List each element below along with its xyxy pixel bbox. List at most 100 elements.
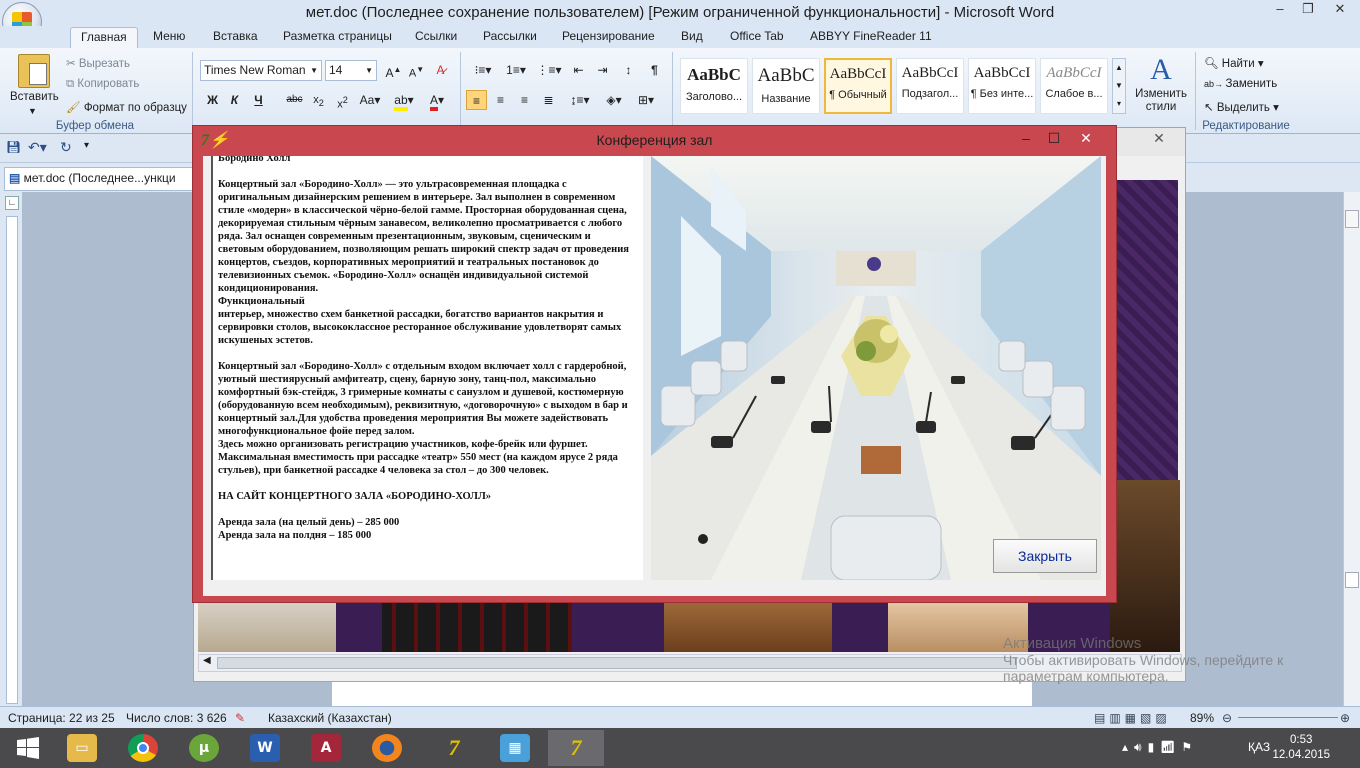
text-paragraph: Концертный зал «Бородино-Холл» с отдельн… bbox=[218, 361, 628, 437]
increase-indent-icon[interactable]: ⇥ bbox=[592, 60, 613, 80]
website-link[interactable]: НА САЙТ КОНЦЕРТНОГО ЗАЛА «БОРОДИНО-ХОЛЛ» bbox=[218, 490, 639, 503]
back-close-icon[interactable]: ✕ bbox=[1134, 130, 1184, 154]
replace-icon: ab→ bbox=[1204, 79, 1226, 89]
style-subtitle[interactable]: AaBbCcI Подзагол... bbox=[896, 58, 964, 114]
customize-qat-icon[interactable]: ▾ bbox=[84, 140, 89, 151]
taskbar-chrome[interactable] bbox=[115, 730, 171, 766]
undo-icon[interactable]: ↶▾ bbox=[28, 139, 47, 156]
taskbar-app7-active[interactable]: 7 bbox=[548, 730, 604, 766]
subscript-icon[interactable]: x2 bbox=[308, 90, 329, 110]
tab-menu[interactable]: Меню bbox=[153, 29, 185, 43]
taskbar-word[interactable]: W bbox=[237, 730, 293, 766]
close-window-button[interactable]: ✕ bbox=[1322, 0, 1358, 20]
zoom-slider[interactable] bbox=[1238, 717, 1338, 718]
strikethrough-icon[interactable]: abc bbox=[284, 90, 305, 110]
dialog-close-x-button[interactable]: ✕ bbox=[1071, 128, 1101, 150]
proofing-icon[interactable]: ✎ bbox=[235, 711, 245, 725]
taskbar-control-panel[interactable]: ▦ bbox=[487, 730, 543, 766]
tab-review[interactable]: Рецензирование bbox=[562, 29, 655, 43]
taskbar-access[interactable]: A bbox=[298, 730, 354, 766]
italic-icon[interactable]: К bbox=[224, 90, 245, 110]
clear-format-icon[interactable]: A̷ bbox=[430, 60, 451, 80]
find-button[interactable]: 🔍︎ Найти ▾ bbox=[1204, 56, 1264, 70]
page-indicator[interactable]: Страница: 22 из 25 bbox=[8, 711, 115, 725]
styles-scroll[interactable]: ▲ ▼ ▾ bbox=[1112, 58, 1126, 114]
multilevel-list-icon[interactable]: ⋮≡▾ bbox=[534, 60, 564, 80]
paste-button[interactable]: Вставить bbox=[10, 91, 59, 103]
font-size-select[interactable]: 14 ▼ bbox=[325, 60, 377, 81]
justify-icon[interactable]: ≣ bbox=[538, 90, 559, 110]
superscript-icon[interactable]: x2 bbox=[332, 90, 353, 111]
pilcrow-icon[interactable]: ¶ bbox=[644, 60, 665, 80]
highlight-icon[interactable]: ab▾ bbox=[390, 90, 418, 111]
input-language[interactable]: ҚАЗ bbox=[1248, 740, 1270, 754]
save-icon[interactable]: 💾︎ bbox=[6, 140, 21, 154]
taskbar-firefox[interactable] bbox=[359, 730, 415, 766]
document-tab[interactable]: ▤ мет.doc (Последнее...ункци bbox=[4, 167, 194, 191]
firefox-icon bbox=[372, 734, 402, 762]
clock[interactable]: 0:53 12.04.2015 bbox=[1272, 733, 1330, 763]
style-heading1[interactable]: AaBbC Заголово... bbox=[680, 58, 748, 114]
dialog-maximize-button[interactable]: ☐ bbox=[1039, 128, 1069, 150]
align-right-icon[interactable]: ≡ bbox=[514, 90, 535, 110]
underline-icon[interactable]: Ч bbox=[248, 90, 269, 110]
select-button[interactable]: ↖ Выделить ▾ bbox=[1204, 100, 1279, 114]
style-normal[interactable]: AaBbCcI ¶ Обычный bbox=[824, 58, 892, 114]
decrease-indent-icon[interactable]: ⇤ bbox=[568, 60, 589, 80]
change-styles-button[interactable]: A Изменить стили bbox=[1130, 52, 1192, 114]
numbering-icon[interactable]: 1≡▾ bbox=[501, 60, 531, 80]
view-buttons[interactable]: ▤▥▦▧▨ bbox=[1094, 711, 1171, 725]
font-family-select[interactable]: Times New Roman ▼ bbox=[200, 60, 322, 81]
vertical-scrollbar[interactable] bbox=[1343, 192, 1360, 706]
replace-button[interactable]: ab→ Заменить bbox=[1204, 78, 1277, 90]
tab-insert[interactable]: Вставка bbox=[213, 29, 258, 43]
tab-abbyy[interactable]: ABBYY FineReader 11 bbox=[810, 29, 932, 43]
tray-icons[interactable]: ▴🔊︎▮📶︎⚑ bbox=[1122, 740, 1198, 755]
borders-icon[interactable]: ⊞▾ bbox=[632, 90, 660, 110]
minimize-button[interactable]: – bbox=[1266, 0, 1294, 20]
style-subtle-emphasis[interactable]: AaBbCcI Слабое в... bbox=[1040, 58, 1108, 114]
taskbar-app7[interactable]: 7 bbox=[426, 730, 482, 766]
bold-icon[interactable]: Ж bbox=[202, 90, 223, 110]
zoom-level[interactable]: 89% bbox=[1190, 711, 1214, 725]
description-text[interactable]: Бородино Холл Концертный зал «Бородино-Х… bbox=[211, 156, 643, 580]
change-case-icon[interactable]: Aa▾ bbox=[356, 90, 384, 110]
align-left-icon[interactable]: ≡ bbox=[466, 90, 487, 110]
taskbar-utorrent[interactable]: µ bbox=[176, 730, 232, 766]
style-no-spacing[interactable]: AaBbCcI ¶ Без инте... bbox=[968, 58, 1036, 114]
window-title: мет.doc (Последнее сохранение пользовате… bbox=[305, 4, 1055, 21]
word-count[interactable]: Число слов: 3 626 bbox=[126, 711, 227, 725]
windows-icon bbox=[17, 737, 39, 759]
dialog-minimize-button[interactable]: – bbox=[1011, 128, 1041, 150]
grow-font-icon[interactable]: A▲ bbox=[383, 60, 404, 80]
style-title[interactable]: AaBbC Название bbox=[752, 58, 820, 114]
shrink-font-icon[interactable]: A▼ bbox=[406, 60, 427, 80]
maximize-button[interactable]: ❐ bbox=[1294, 0, 1322, 20]
line-spacing-icon[interactable]: ↨≡▾ bbox=[566, 90, 594, 110]
tab-office-tab[interactable]: Office Tab bbox=[730, 29, 784, 43]
tab-page-layout[interactable]: Разметка страницы bbox=[283, 29, 392, 43]
taskbar-explorer[interactable]: ▭ bbox=[54, 730, 110, 766]
tab-mailings[interactable]: Рассылки bbox=[483, 29, 537, 43]
sort-icon[interactable]: ↕ bbox=[618, 60, 639, 80]
redo-icon[interactable]: ↻ bbox=[60, 139, 72, 156]
tab-home[interactable]: Главная bbox=[70, 27, 138, 49]
align-center-icon[interactable]: ≡ bbox=[490, 90, 511, 110]
bullets-icon[interactable]: ⁝≡▾ bbox=[468, 60, 498, 80]
change-styles-icon: A bbox=[1150, 53, 1172, 86]
shading-icon[interactable]: ◈▾ bbox=[600, 90, 628, 110]
tab-selector[interactable]: ∟ bbox=[5, 196, 19, 210]
format-painter-button[interactable]: 🖌 Формат по образцу bbox=[66, 100, 187, 114]
folder-icon: ▭ bbox=[67, 734, 97, 762]
start-button[interactable] bbox=[0, 730, 56, 766]
cut-button[interactable]: ✂ Вырезать bbox=[66, 56, 130, 70]
language-indicator[interactable]: Казахский (Казахстан) bbox=[268, 711, 392, 725]
text-paragraph: Здесь можно организовать регистрацию уча… bbox=[218, 439, 588, 450]
font-color-icon[interactable]: A▾ bbox=[423, 90, 451, 111]
zoom-in-icon[interactable]: ⊕ bbox=[1340, 711, 1350, 725]
copy-button[interactable]: ⧉ Копировать bbox=[66, 78, 139, 91]
tab-view[interactable]: Вид bbox=[681, 29, 703, 43]
tab-references[interactable]: Ссылки bbox=[415, 29, 457, 43]
zoom-out-icon[interactable]: ⊖ bbox=[1222, 711, 1232, 725]
close-button[interactable]: Закрыть bbox=[993, 539, 1097, 573]
